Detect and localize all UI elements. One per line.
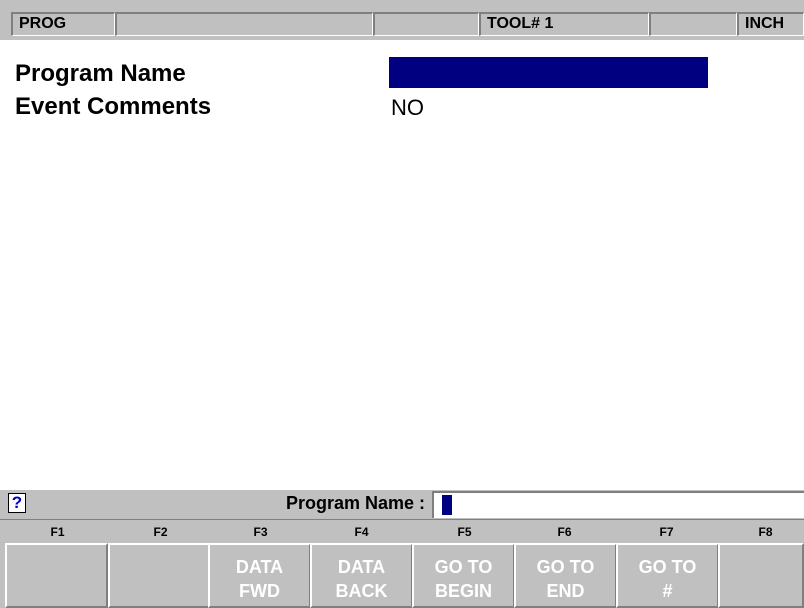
prompt-input[interactable] xyxy=(432,491,804,518)
f6-line1: GO TO xyxy=(536,557,595,577)
program-name-field[interactable] xyxy=(389,57,708,88)
status-field-3 xyxy=(373,12,479,36)
status-field-5 xyxy=(649,12,737,36)
status-bar: PROG TOOL# 1 INCH xyxy=(0,0,804,40)
f8-softkey[interactable] xyxy=(718,543,804,608)
help-icon[interactable]: ? xyxy=(8,493,26,513)
f5-line1: GO TO xyxy=(434,557,493,577)
f3-line1: DATA xyxy=(235,557,284,577)
text-cursor xyxy=(442,495,452,515)
function-key-labels: F1 F2 F3 F4 F5 F6 F7 F8 xyxy=(0,519,804,544)
program-name-label: Program Name xyxy=(15,60,186,87)
data-back-softkey[interactable]: DATA BACK xyxy=(310,543,413,608)
f2-softkey[interactable] xyxy=(108,543,211,608)
f7-line1: GO TO xyxy=(638,557,697,577)
f7-label: F7 xyxy=(659,525,674,539)
f3-label: F3 xyxy=(253,525,268,539)
prompt-bar: ? Program Name : xyxy=(0,489,804,520)
event-comments-label: Event Comments xyxy=(15,93,212,120)
f1-softkey[interactable] xyxy=(5,543,108,608)
f3-line2: FWD xyxy=(239,581,280,601)
tool-indicator: TOOL# 1 xyxy=(479,12,649,36)
f8-label: F8 xyxy=(758,525,773,539)
f5-label: F5 xyxy=(457,525,472,539)
mode-indicator: PROG xyxy=(11,12,115,36)
f5-line2: BEGIN xyxy=(434,581,492,601)
go-to-number-softkey[interactable]: GO TO # xyxy=(616,543,719,608)
f7-line2: # xyxy=(662,581,673,601)
f6-line2: END xyxy=(546,581,585,601)
f1-label: F1 xyxy=(50,525,65,539)
f4-label: F4 xyxy=(354,525,369,539)
f4-line1: DATA xyxy=(337,557,386,577)
data-fwd-softkey[interactable]: DATA FWD xyxy=(208,543,311,608)
f2-label: F2 xyxy=(153,525,168,539)
go-to-begin-softkey[interactable]: GO TO BEGIN xyxy=(412,543,515,608)
f6-label: F6 xyxy=(557,525,572,539)
go-to-end-softkey[interactable]: GO TO END xyxy=(514,543,617,608)
status-field-2 xyxy=(115,12,373,36)
prompt-label: Program Name : xyxy=(285,493,425,513)
softkey-row: DATA FWD DATA BACK GO TO BEGIN GO TO END… xyxy=(0,543,804,608)
event-comments-value[interactable]: NO xyxy=(391,95,424,121)
units-indicator: INCH xyxy=(737,12,804,36)
f4-line2: BACK xyxy=(335,581,388,601)
